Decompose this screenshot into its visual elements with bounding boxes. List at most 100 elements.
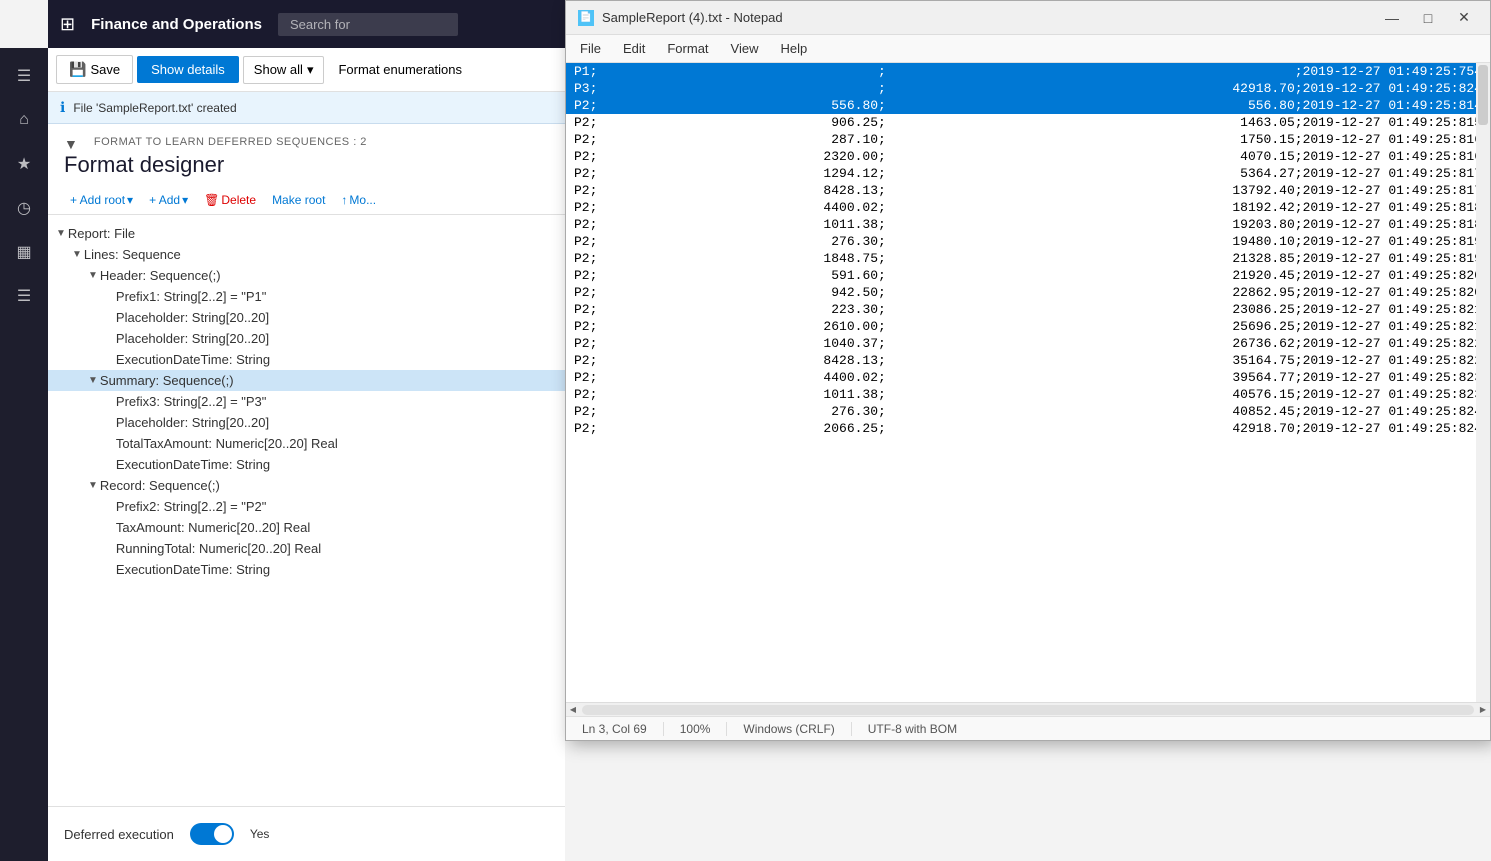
save-button[interactable]: 💾 Save [56,55,133,84]
notepad-row[interactable]: P2;2066.25;42918.70;2019-12-27 01:49:25:… [566,420,1490,437]
minimize-button[interactable]: — [1378,4,1406,32]
tree-item[interactable]: ▼ Placeholder: String[20..20] [48,307,565,328]
notepad-row[interactable]: P1;;;2019-12-27 01:49:25:754 [566,63,1490,80]
tree-item[interactable]: ▼ TotalTaxAmount: Numeric[20..20] Real [48,433,565,454]
info-text: File 'SampleReport.txt' created [73,101,236,115]
menu-help[interactable]: Help [770,38,817,59]
sidebar-icon-menu[interactable]: ☰ [4,56,44,96]
notepad-row[interactable]: P2;1040.37;26736.62;2019-12-27 01:49:25:… [566,335,1490,352]
deferred-toggle[interactable] [190,823,234,845]
info-icon: ℹ [60,99,65,116]
left-sidebar: ☰ ⌂ ★ ◷ ▦ ☰ [0,48,48,861]
page-subtitle: FORMAT TO LEARN DEFERRED SEQUENCES : 2 [94,136,367,148]
close-button[interactable]: ✕ [1450,4,1478,32]
tree-item[interactable]: ▼ Placeholder: String[20..20] [48,412,565,433]
move-button[interactable]: ↑ Mo... [335,190,382,210]
tree-item[interactable]: ▼ TaxAmount: Numeric[20..20] Real [48,517,565,538]
tree-item[interactable]: ▼ Prefix3: String[2..2] = "P3" [48,391,565,412]
tree-item[interactable]: Report: File [48,223,565,244]
notepad-row[interactable]: P2;287.10;1750.15;2019-12-27 01:49:25:81… [566,131,1490,148]
tree-container[interactable]: Report: File Lines: Sequence Header: Seq… [48,215,565,806]
tree-item[interactable]: Lines: Sequence [48,244,565,265]
notepad-row[interactable]: P2;223.30;23086.25;2019-12-27 01:49:25:8… [566,301,1490,318]
app-grid-icon: ⊞ [60,14,75,35]
add-button[interactable]: + Add ▾ [143,190,194,210]
delete-button[interactable]: 🗑 Delete [198,190,262,210]
notepad-row[interactable]: P2;1011.38;40576.15;2019-12-27 01:49:25:… [566,386,1490,403]
notepad-row[interactable]: P2;8428.13;35164.75;2019-12-27 01:49:25:… [566,352,1490,369]
tree-item[interactable]: ▼ Prefix2: String[2..2] = "P2" [48,496,565,517]
tree-item[interactable]: Summary: Sequence(;) [48,370,565,391]
tree-item-label: TotalTaxAmount: Numeric[20..20] Real [116,436,338,451]
add-root-button[interactable]: + Add root ▾ [64,190,139,210]
show-details-button[interactable]: Show details [137,56,239,83]
tree-arrow-down[interactable] [88,270,98,281]
sidebar-icon-workspaces[interactable]: ▦ [4,232,44,272]
tree-item-label: Record: Sequence(;) [100,478,220,493]
scroll-left-button[interactable]: ◀ [566,703,580,717]
horizontal-scrollbar[interactable]: ◀ ▶ [566,702,1490,716]
notepad-row[interactable]: P2;1294.12;5364.27;2019-12-27 01:49:25:8… [566,165,1490,182]
tree-toolbar: + Add root ▾ + Add ▾ 🗑 Delete Make root … [48,186,565,215]
notepad-row[interactable]: P3;;42918.70;2019-12-27 01:49:25:824 [566,80,1490,97]
tree-item[interactable]: Header: Sequence(;) [48,265,565,286]
tree-item-label: Report: File [68,226,135,241]
notepad-row[interactable]: P2;906.25;1463.05;2019-12-27 01:49:25:81… [566,114,1490,131]
maximize-button[interactable]: □ [1414,4,1442,32]
notepad-row[interactable]: P2;4400.02;39564.77;2019-12-27 01:49:25:… [566,369,1490,386]
notepad-row[interactable]: P2;942.50;22862.95;2019-12-27 01:49:25:8… [566,284,1490,301]
show-all-label: Show all [254,62,303,77]
tree-arrow-down[interactable] [56,228,66,239]
tree-item-label: ExecutionDateTime: String [116,562,270,577]
vertical-scrollbar[interactable] [1476,63,1490,702]
tree-item[interactable]: ▼ ExecutionDateTime: String [48,454,565,475]
tree-item[interactable]: ▼ ExecutionDateTime: String [48,349,565,370]
tree-item[interactable]: ▼ ExecutionDateTime: String [48,559,565,580]
encoding: UTF-8 with BOM [852,722,973,736]
notepad-row[interactable]: P2;2610.00;25696.25;2019-12-27 01:49:25:… [566,318,1490,335]
format-enumerations-button[interactable]: Format enumerations [328,57,472,82]
tree-item-label: ExecutionDateTime: String [116,352,270,367]
notepad-row[interactable]: P2;2320.00;4070.15;2019-12-27 01:49:25:8… [566,148,1490,165]
show-all-button[interactable]: Show all ▾ [243,56,325,84]
sidebar-icon-favorites[interactable]: ★ [4,144,44,184]
nav-search-input[interactable] [278,13,458,36]
notepad-content[interactable]: P1;;;2019-12-27 01:49:25:754P3;;42918.70… [566,63,1490,702]
tree-item-label: TaxAmount: Numeric[20..20] Real [116,520,310,535]
notepad-row[interactable]: P2;1848.75;21328.85;2019-12-27 01:49:25:… [566,250,1490,267]
notepad-row[interactable]: P2;591.60;21920.45;2019-12-27 01:49:25:8… [566,267,1490,284]
notepad-row[interactable]: P2;276.30;40852.45;2019-12-27 01:49:25:8… [566,403,1490,420]
notepad-row[interactable]: P2;276.30;19480.10;2019-12-27 01:49:25:8… [566,233,1490,250]
tree-item[interactable]: ▼ Placeholder: String[20..20] [48,328,565,349]
scroll-track [582,705,1474,715]
make-root-button[interactable]: Make root [266,190,331,210]
menu-edit[interactable]: Edit [613,38,655,59]
menu-view[interactable]: View [721,38,769,59]
notepad-row[interactable]: P2;556.80;556.80;2019-12-27 01:49:25:814 [566,97,1490,114]
notepad-titlebar: 📄 SampleReport (4).txt - Notepad — □ ✕ [566,1,1490,35]
tree-item-label: Placeholder: String[20..20] [116,310,269,325]
menu-file[interactable]: File [570,38,611,59]
notepad-row[interactable]: P2;8428.13;13792.40;2019-12-27 01:49:25:… [566,182,1490,199]
notepad-row[interactable]: P2;4400.02;18192.42;2019-12-27 01:49:25:… [566,199,1490,216]
menu-format[interactable]: Format [657,38,718,59]
notepad-row[interactable]: P2;1011.38;19203.80;2019-12-27 01:49:25:… [566,216,1490,233]
nav-bar: ⊞ Finance and Operations [48,0,565,48]
tree-arrow-down[interactable] [88,480,98,491]
tree-item-label: Prefix2: String[2..2] = "P2" [116,499,267,514]
filter-icon: ▼ [64,136,78,152]
tree-item[interactable]: Record: Sequence(;) [48,475,565,496]
app-title: Finance and Operations [91,16,262,33]
sidebar-icon-modules[interactable]: ☰ [4,276,44,316]
tree-arrow-down[interactable] [72,249,82,260]
tree-item-label: Placeholder: String[20..20] [116,331,269,346]
toggle-thumb [214,825,232,843]
tree-item[interactable]: ▼ Prefix1: String[2..2] = "P1" [48,286,565,307]
notepad-window: 📄 SampleReport (4).txt - Notepad — □ ✕ F… [565,0,1491,741]
tree-item[interactable]: ▼ RunningTotal: Numeric[20..20] Real [48,538,565,559]
sidebar-icon-recent[interactable]: ◷ [4,188,44,228]
cursor-position: Ln 3, Col 69 [574,722,664,736]
scroll-right-button[interactable]: ▶ [1476,703,1490,717]
tree-arrow-down[interactable] [88,375,98,386]
sidebar-icon-home[interactable]: ⌂ [4,100,44,140]
